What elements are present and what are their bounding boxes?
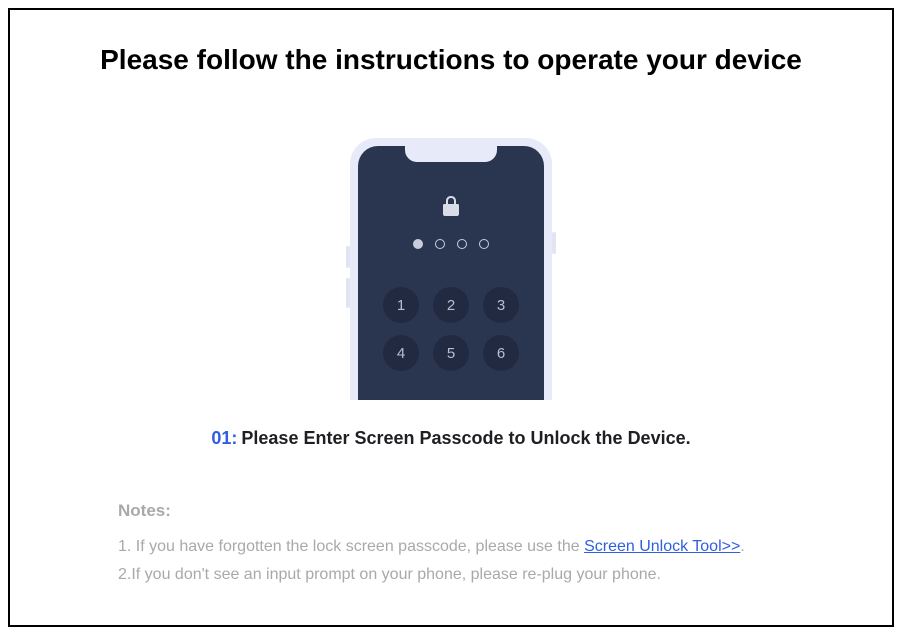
keypad-key: 5 (433, 335, 469, 371)
step-number: 01: (211, 428, 237, 448)
phone-side-button (346, 246, 350, 268)
step-text: Please Enter Screen Passcode to Unlock t… (241, 428, 690, 448)
note-item: 2.If you don't see an input prompt on yo… (118, 561, 806, 589)
note-text: 2.If you don't see an input prompt on yo… (118, 566, 661, 583)
passcode-dot (413, 239, 423, 249)
passcode-dot (479, 239, 489, 249)
passcode-dot (457, 239, 467, 249)
keypad-key: 4 (383, 335, 419, 371)
page-title: Please follow the instructions to operat… (56, 44, 846, 76)
dialog-frame: Please follow the instructions to operat… (8, 8, 894, 627)
note-item: 1. If you have forgotten the lock screen… (118, 533, 806, 561)
phone-side-button (552, 232, 556, 254)
screen-unlock-tool-link[interactable]: Screen Unlock Tool>> (584, 538, 740, 555)
phone-side-button (346, 278, 350, 308)
phone-illustration: 1 2 3 4 5 6 (56, 138, 846, 400)
note-text: . (740, 538, 744, 555)
keypad: 1 2 3 4 5 6 (383, 287, 519, 371)
phone-notch (405, 146, 497, 162)
phone-screen: 1 2 3 4 5 6 (358, 146, 544, 400)
lock-icon (442, 196, 460, 221)
notes-heading: Notes: (118, 501, 806, 521)
keypad-key: 1 (383, 287, 419, 323)
step-instruction: 01:Please Enter Screen Passcode to Unloc… (56, 428, 846, 449)
keypad-key: 6 (483, 335, 519, 371)
keypad-key: 2 (433, 287, 469, 323)
passcode-dots (413, 239, 489, 249)
keypad-key: 3 (483, 287, 519, 323)
note-text: 1. If you have forgotten the lock screen… (118, 538, 584, 555)
passcode-dot (435, 239, 445, 249)
notes-section: Notes: 1. If you have forgotten the lock… (56, 501, 846, 589)
phone-body: 1 2 3 4 5 6 (350, 138, 552, 400)
